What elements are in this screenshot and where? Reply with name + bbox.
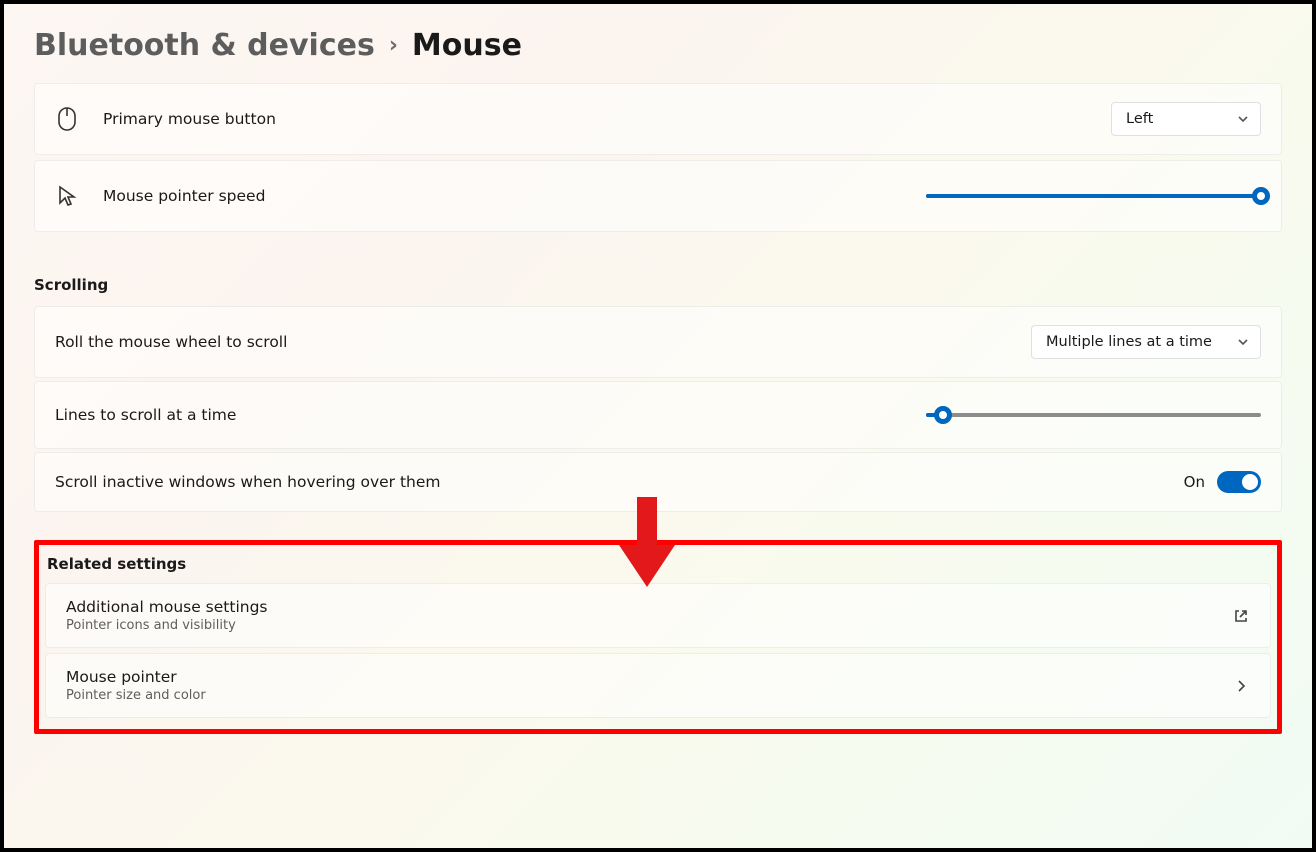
wheel-scroll-dropdown[interactable]: Multiple lines at a time <box>1031 325 1261 359</box>
breadcrumb-current: Mouse <box>412 28 522 63</box>
lines-scroll-slider[interactable] <box>926 406 1261 424</box>
setting-pointer-speed: Mouse pointer speed <box>34 160 1282 232</box>
setting-label: Lines to scroll at a time <box>55 406 236 424</box>
mouse-icon <box>55 106 79 132</box>
setting-label: Primary mouse button <box>103 110 276 128</box>
setting-primary-mouse-button: Primary mouse button Left <box>34 83 1282 155</box>
slider-thumb[interactable] <box>934 406 952 424</box>
breadcrumb-parent[interactable]: Bluetooth & devices <box>34 28 375 63</box>
pointer-speed-slider[interactable] <box>926 187 1261 205</box>
settings-page: Bluetooth & devices › Mouse Primary mous… <box>4 4 1312 848</box>
setting-scroll-inactive: Scroll inactive windows when hovering ov… <box>34 452 1282 512</box>
toggle-knob <box>1242 474 1258 490</box>
setting-label: Roll the mouse wheel to scroll <box>55 333 287 351</box>
related-settings-highlight: Related settings Additional mouse settin… <box>34 540 1282 734</box>
breadcrumb-separator-icon: › <box>389 33 398 58</box>
link-title: Mouse pointer <box>66 668 206 686</box>
link-mouse-pointer[interactable]: Mouse pointer Pointer size and color <box>45 653 1271 718</box>
slider-fill <box>926 194 1261 198</box>
slider-thumb[interactable] <box>1252 187 1270 205</box>
chevron-right-icon <box>1232 677 1250 695</box>
toggle-state-label: On <box>1184 473 1205 491</box>
primary-button-dropdown[interactable]: Left <box>1111 102 1261 136</box>
chevron-down-icon <box>1236 335 1250 349</box>
link-subtitle: Pointer size and color <box>66 688 206 703</box>
setting-label: Scroll inactive windows when hovering ov… <box>55 473 441 491</box>
link-additional-mouse-settings[interactable]: Additional mouse settings Pointer icons … <box>45 583 1271 648</box>
breadcrumb: Bluetooth & devices › Mouse <box>34 28 1282 63</box>
external-link-icon <box>1232 607 1250 625</box>
chevron-down-icon <box>1236 112 1250 126</box>
setting-wheel-scroll: Roll the mouse wheel to scroll Multiple … <box>34 306 1282 378</box>
cursor-icon <box>55 185 79 207</box>
link-subtitle: Pointer icons and visibility <box>66 618 268 633</box>
scroll-inactive-toggle[interactable] <box>1217 471 1261 493</box>
setting-lines-scroll: Lines to scroll at a time <box>34 381 1282 449</box>
setting-label: Mouse pointer speed <box>103 187 265 205</box>
section-heading-scrolling: Scrolling <box>34 276 1282 294</box>
section-heading-related: Related settings <box>47 555 1271 573</box>
link-title: Additional mouse settings <box>66 598 268 616</box>
dropdown-value: Left <box>1126 111 1153 127</box>
dropdown-value: Multiple lines at a time <box>1046 334 1212 350</box>
slider-track <box>926 413 1261 417</box>
